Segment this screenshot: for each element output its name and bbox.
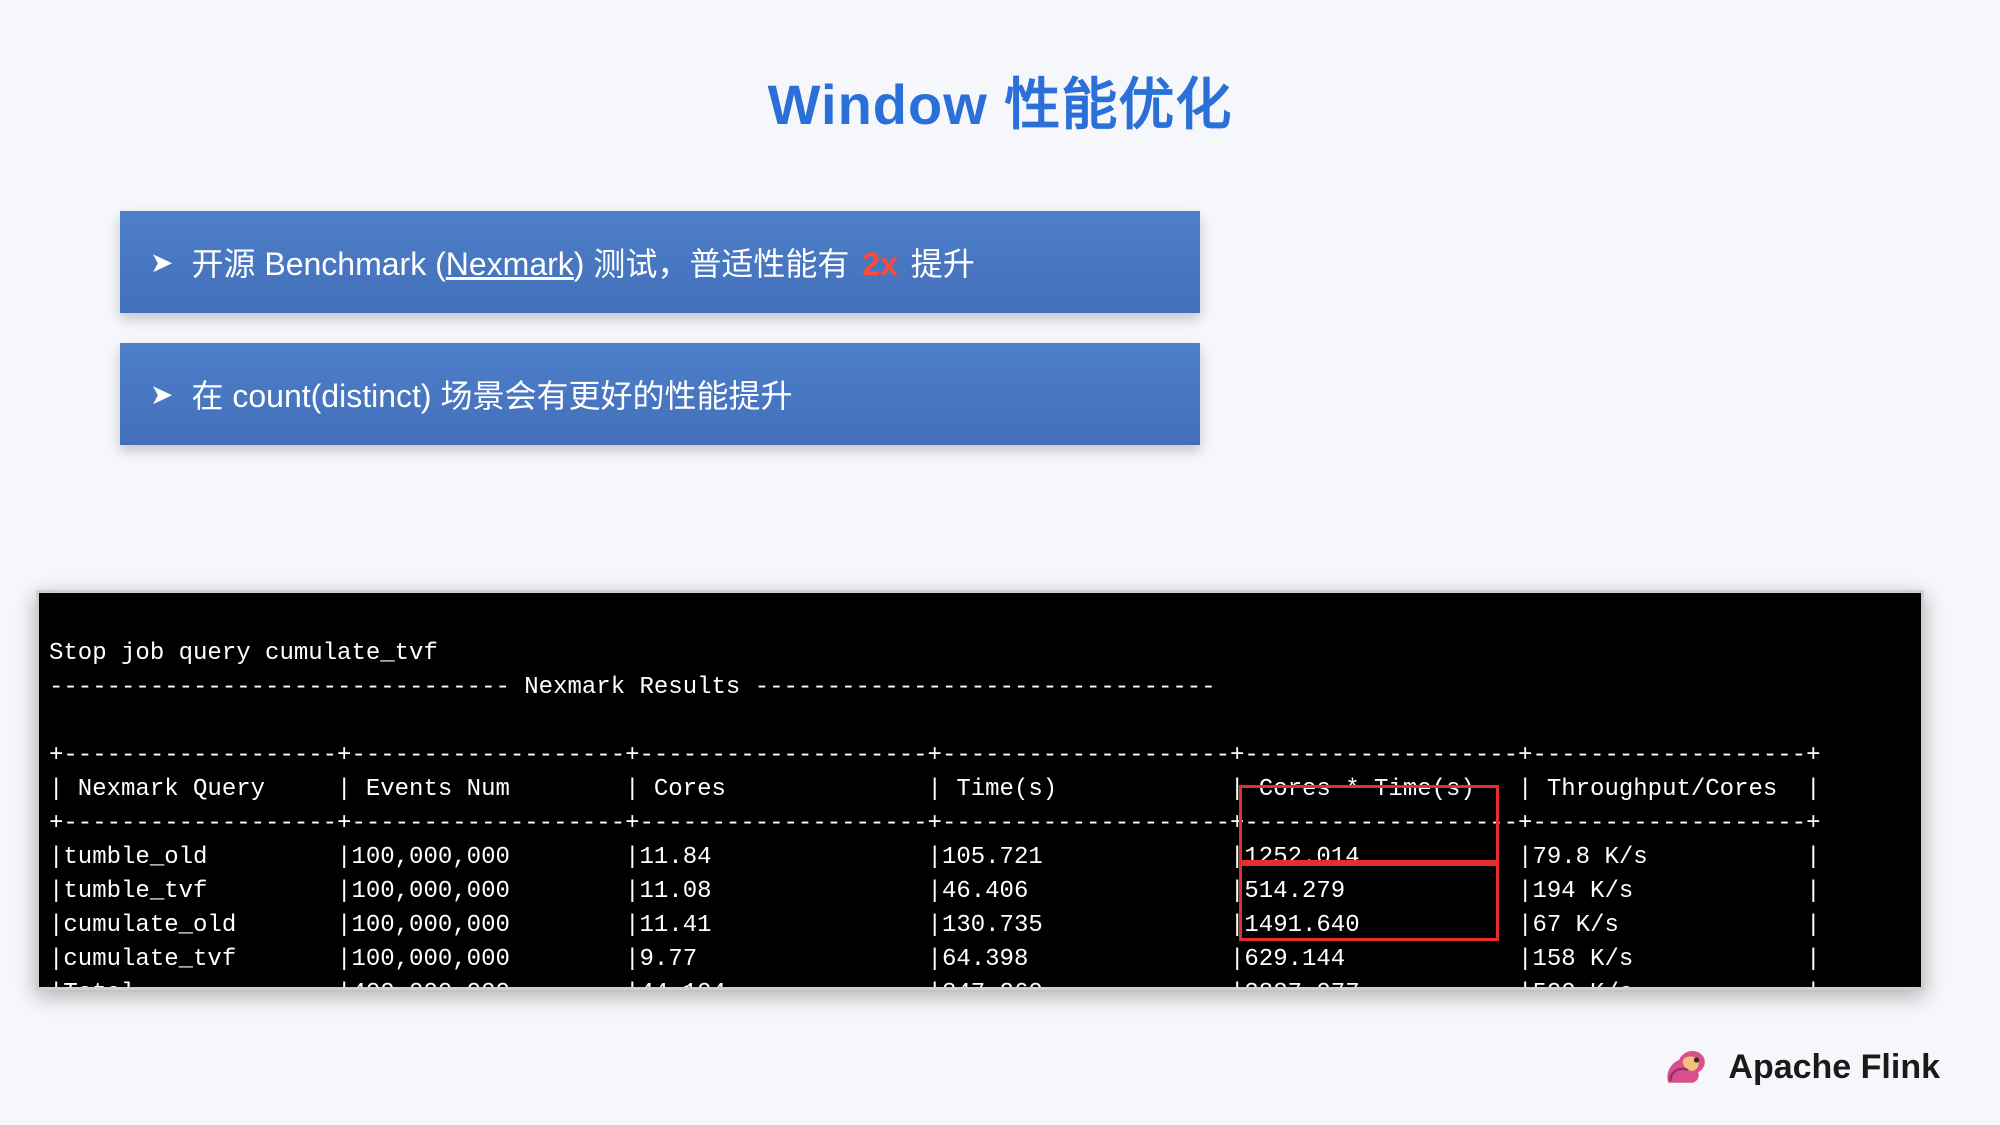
bullet-1-pre: 开源 Benchmark ( [191,246,445,282]
footer-brand-text: Apache Flink [1728,1048,1940,1087]
bullet-1: ➤ 开源 Benchmark (Nexmark) 测试，普适性能有 2x 提升 [120,211,1200,313]
bullet-2-text: 在 count(distinct) 场景会有更好的性能提升 [191,371,792,417]
bullet-1-highlight: 2x [862,246,898,282]
bullet-1-post: 提升 [902,246,975,282]
bullet-1-text: 开源 Benchmark (Nexmark) 测试，普适性能有 2x 提升 [191,239,974,285]
terminal-output: Stop job query cumulate_tvf ------------… [36,590,1924,990]
bullet-arrow-icon: ➤ [150,378,173,411]
terminal-line: -------------------------------- Nexmark… [49,674,1216,701]
table-row: |cumulate_tvf |100,000,000 |9.77 |64.398… [49,946,1821,973]
bullet-1-mid: ) 测试，普适性能有 [574,246,858,282]
nexmark-link[interactable]: Nexmark [446,246,574,282]
terminal-line: Stop job query cumulate_tvf [49,640,438,667]
bullets-container: ➤ 开源 Benchmark (Nexmark) 测试，普适性能有 2x 提升 … [120,211,1200,445]
terminal-border: +-------------------+-------------------… [49,810,1821,837]
terminal-border: +-------------------+-------------------… [49,742,1821,769]
page-title: Window 性能优化 [0,0,2000,141]
bullet-arrow-icon: ➤ [150,246,173,279]
footer-logo: Apache Flink [1658,1039,1940,1095]
table-row: |tumble_old |100,000,000 |11.84 |105.721… [49,844,1821,871]
table-row: |tumble_tvf |100,000,000 |11.08 |46.406 … [49,878,1821,905]
highlight-box-1 [1239,785,1499,863]
bullet-2: ➤ 在 count(distinct) 场景会有更好的性能提升 [120,343,1200,445]
flink-logo-icon [1658,1039,1714,1095]
slide: Window 性能优化 ➤ 开源 Benchmark (Nexmark) 测试，… [0,0,2000,1125]
table-row: |cumulate_old |100,000,000 |11.41 |130.7… [49,912,1821,939]
highlight-box-2 [1239,863,1499,941]
terminal-header: | Nexmark Query | Events Num | Cores | T… [49,776,1821,803]
table-row: |Total |400,000,000 |44.104 |347.260 |38… [49,980,1821,990]
